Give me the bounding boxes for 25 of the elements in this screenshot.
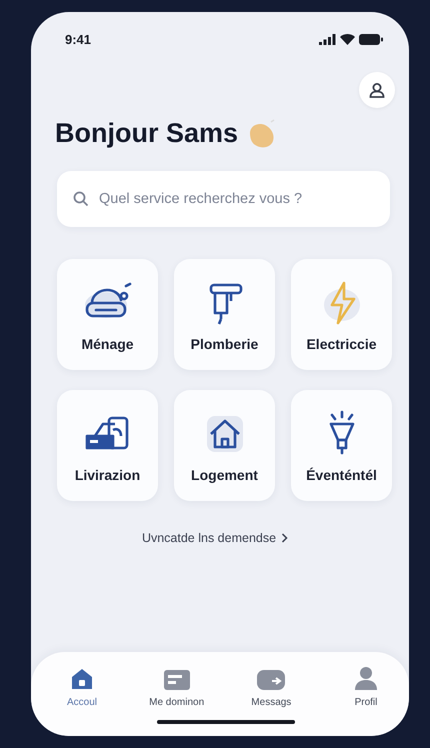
search-icon <box>73 191 89 207</box>
status-time: 9:41 <box>65 32 92 46</box>
wifi-icon <box>340 34 355 44</box>
search-field[interactable]: Quel service recherchez vous ? <box>57 171 390 227</box>
tab-item[interactable]: Messags <box>236 663 306 708</box>
service-card[interactable]: Livirazion <box>57 390 158 501</box>
service-card[interactable]: Ménage <box>57 259 158 370</box>
person-icon <box>352 665 379 691</box>
battery-icon <box>359 34 383 44</box>
person-icon <box>369 82 385 98</box>
tab-item[interactable]: Accoul <box>47 663 117 708</box>
service-card[interactable]: Logement <box>174 390 275 501</box>
tab-item[interactable]: Profil <box>330 663 401 708</box>
requests-link[interactable]: Uvncatde lns demendse <box>142 531 276 545</box>
message-icon <box>256 669 286 691</box>
greeting-title: Bonjour Sams <box>55 118 238 149</box>
service-card[interactable]: Plomberie <box>174 259 275 370</box>
service-card[interactable]: Éventéntél <box>291 390 392 501</box>
card-icon <box>162 669 191 691</box>
profile-button[interactable] <box>359 72 395 108</box>
house-icon <box>69 667 95 691</box>
chevron-right-icon <box>281 533 288 543</box>
tab-item[interactable]: Me dominon <box>142 663 212 708</box>
service-card[interactable]: Electriccie <box>291 259 392 370</box>
signal-icon <box>319 34 336 44</box>
